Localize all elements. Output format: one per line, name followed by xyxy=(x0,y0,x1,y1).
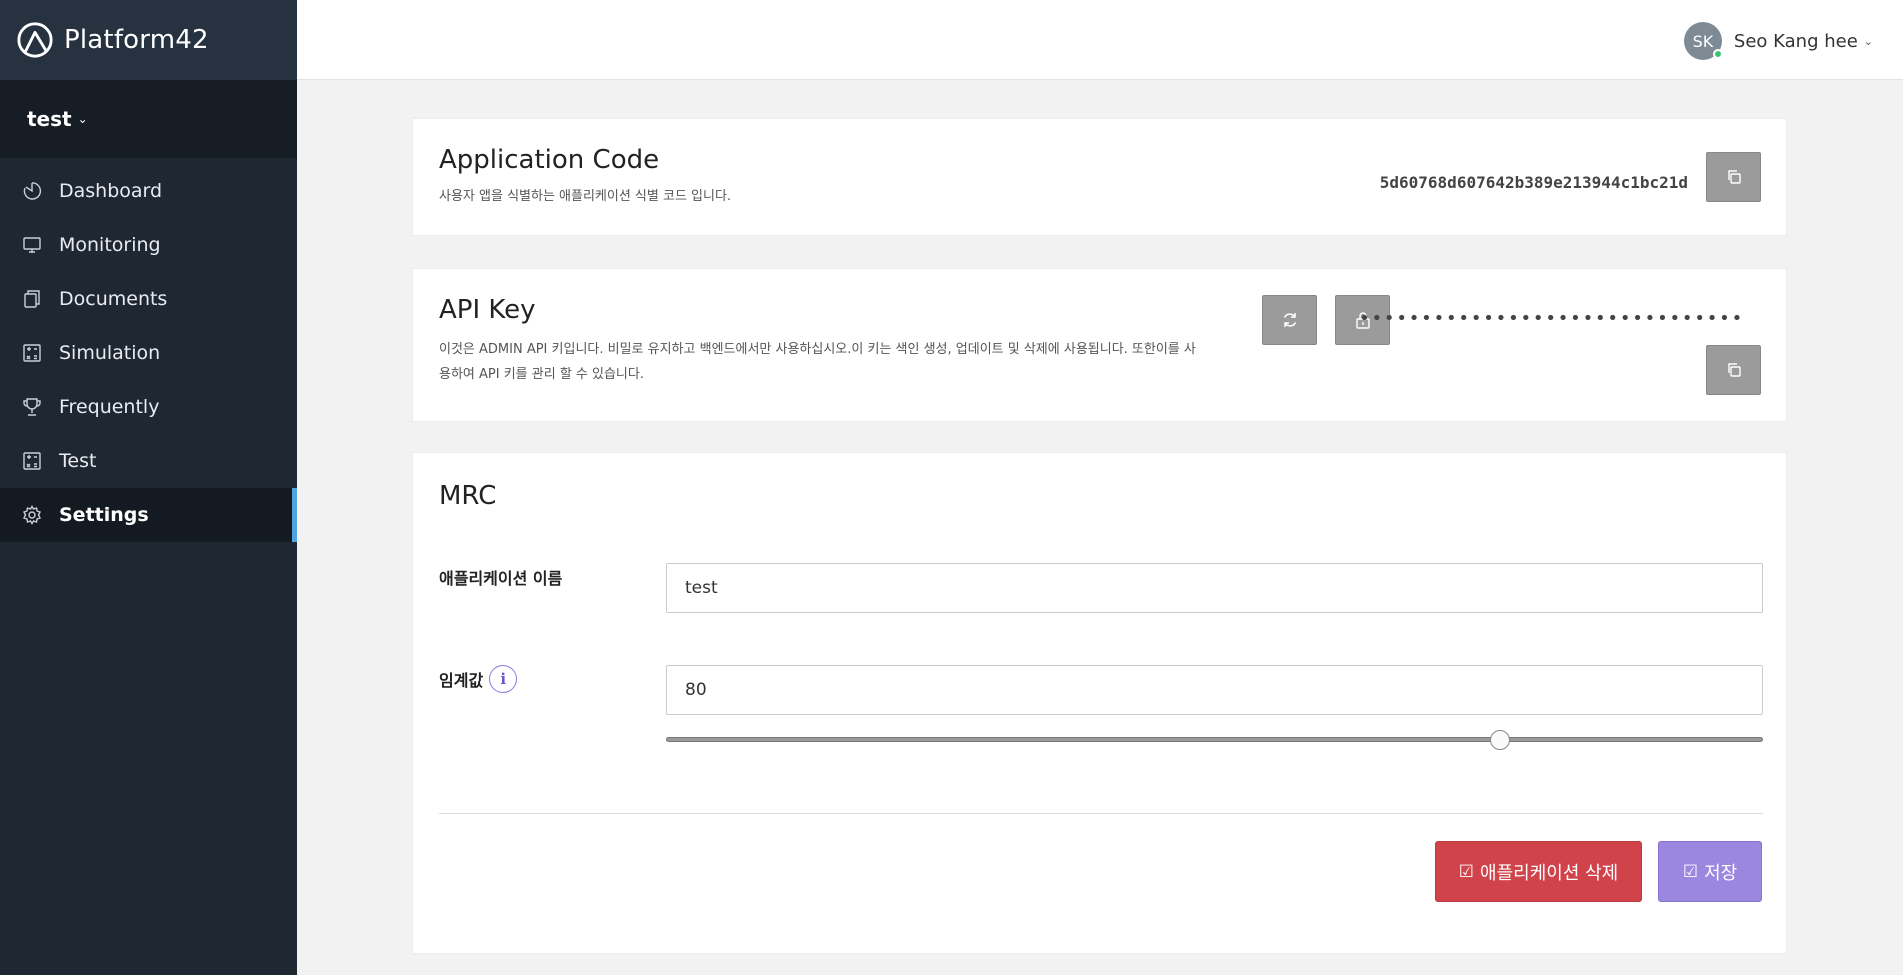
threshold-slider[interactable] xyxy=(666,730,1763,750)
refresh-icon xyxy=(1283,313,1296,327)
trophy-icon xyxy=(21,396,43,418)
sidebar-item-settings[interactable]: Settings xyxy=(0,488,297,542)
chevron-down-icon: ⌄ xyxy=(1863,34,1873,48)
check-square-icon: ☑ xyxy=(1458,861,1475,882)
sidebar-item-dashboard[interactable]: Dashboard xyxy=(0,164,297,218)
project-name: test xyxy=(27,107,72,131)
sidebar-item-label: Documents xyxy=(59,288,168,310)
sidebar-item-frequently[interactable]: Frequently xyxy=(0,380,297,434)
brand-name: Platform42 xyxy=(64,25,209,55)
app-name-label: 애플리케이션 이름 xyxy=(439,569,563,588)
sidebar-item-label: Simulation xyxy=(59,342,161,364)
user-menu[interactable]: SK Seo Kang hee ⌄ xyxy=(1683,22,1873,60)
sidebar-item-test[interactable]: Test xyxy=(0,434,297,488)
application-code-title: Application Code xyxy=(439,145,660,175)
regenerate-key-button[interactable] xyxy=(1262,295,1317,345)
api-key-card: API Key 이것은 ADMIN API 키입니다. 비밀로 유지하고 백엔드… xyxy=(412,268,1787,422)
brand[interactable]: Platform42 xyxy=(0,0,297,80)
sidebar-item-label: Dashboard xyxy=(59,180,163,202)
slider-track xyxy=(666,737,1763,742)
chevron-down-icon: ⌄ xyxy=(77,112,88,126)
delete-button-label: 애플리케이션 삭제 xyxy=(1480,862,1619,884)
project-selector[interactable]: test ⌄ xyxy=(0,80,297,158)
sidebar-item-documents[interactable]: Documents xyxy=(0,272,297,326)
user-name: Seo Kang hee xyxy=(1733,30,1858,52)
check-square-icon: ☑ xyxy=(1682,861,1699,882)
sidebar-item-label: Settings xyxy=(59,504,149,526)
threshold-input[interactable] xyxy=(666,665,1763,715)
documents-icon xyxy=(21,288,43,310)
monitor-icon xyxy=(21,234,43,256)
sidebar-nav: Dashboard Monitoring Documents Simulatio… xyxy=(0,164,297,542)
avatar-initials: SK xyxy=(1692,31,1714,51)
online-status-icon xyxy=(1712,49,1723,59)
delete-application-button[interactable]: ☑ 애플리케이션 삭제 xyxy=(1435,841,1642,902)
sidebar-item-label: Monitoring xyxy=(59,234,161,256)
api-key-masked-value: ••••••••••••••••••••••••••••••• xyxy=(1359,308,1744,329)
slider-thumb[interactable] xyxy=(1489,730,1510,750)
sidebar-item-label: Frequently xyxy=(59,396,160,418)
divider xyxy=(439,813,1763,814)
dashboard-icon xyxy=(21,180,43,202)
application-code-value: 5d60768d607642b389e213944c1bc21d xyxy=(1379,173,1688,192)
threshold-label-row: 임계값 i xyxy=(439,665,518,693)
sidebar: Platform42 test ⌄ Dashboard Monitoring D… xyxy=(0,0,297,975)
sidebar-item-monitoring[interactable]: Monitoring xyxy=(0,218,297,272)
gear-icon xyxy=(21,504,43,526)
threshold-label: 임계값 xyxy=(439,671,484,690)
application-code-card: Application Code 사용자 앱을 식별하는 애플리케이션 식별 코… xyxy=(412,118,1787,236)
sidebar-item-label: Test xyxy=(59,450,97,472)
mrc-title: MRC xyxy=(439,481,497,511)
app-name-input[interactable] xyxy=(666,563,1763,613)
platform-logo-icon xyxy=(17,22,53,58)
calculator-icon xyxy=(21,342,43,364)
api-key-description: 이것은 ADMIN API 키입니다. 비밀로 유지하고 백엔드에서만 사용하십… xyxy=(439,342,1196,382)
application-code-description: 사용자 앱을 식별하는 애플리케이션 식별 코드 입니다. xyxy=(439,189,732,204)
info-icon[interactable]: i xyxy=(489,665,518,693)
avatar: SK xyxy=(1683,22,1723,60)
copy-icon xyxy=(1727,170,1741,184)
mrc-settings-card: MRC 애플리케이션 이름 임계값 i ☑ 애플리케이션 삭제 ☑ 저장 xyxy=(412,452,1787,954)
save-button-label: 저장 xyxy=(1704,862,1738,884)
calculator-icon xyxy=(21,450,43,472)
api-key-title: API Key xyxy=(439,295,536,325)
save-button[interactable]: ☑ 저장 xyxy=(1658,841,1762,902)
copy-code-button[interactable] xyxy=(1706,152,1761,202)
copy-key-button[interactable] xyxy=(1706,345,1761,395)
top-bar: SK Seo Kang hee ⌄ xyxy=(297,0,1903,80)
copy-icon xyxy=(1727,363,1741,377)
sidebar-item-simulation[interactable]: Simulation xyxy=(0,326,297,380)
